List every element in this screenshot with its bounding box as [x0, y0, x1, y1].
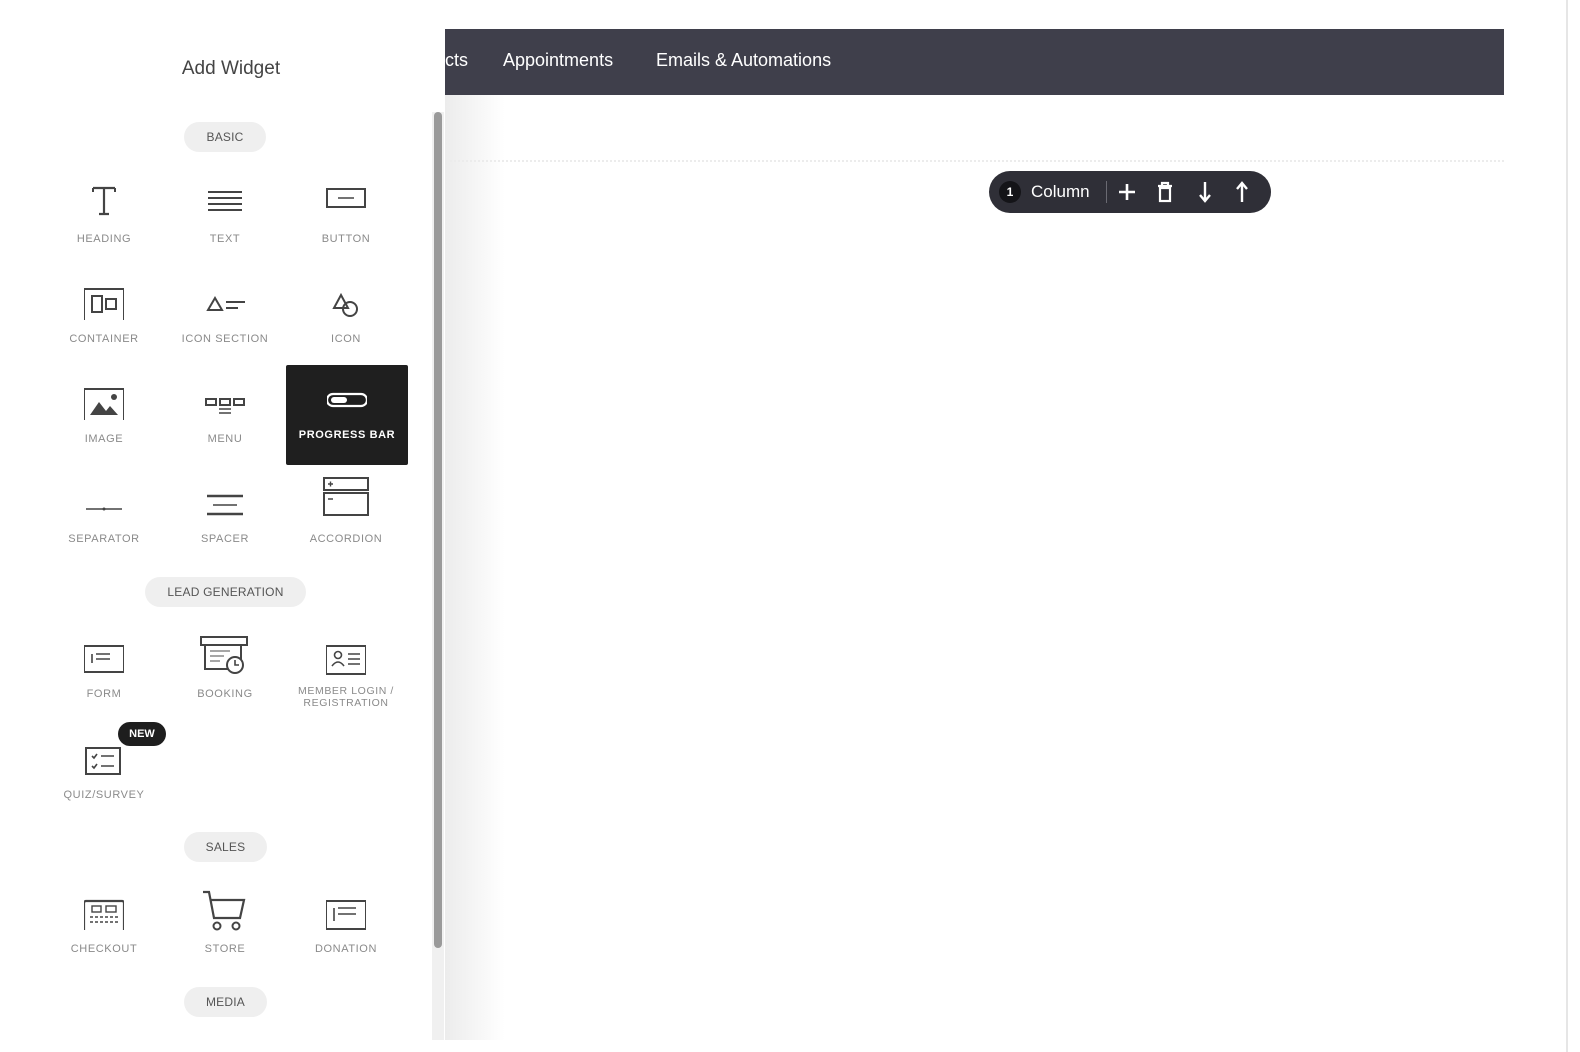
container-icon [84, 288, 124, 320]
widget-label: STORE [204, 943, 246, 955]
member-card-icon [326, 645, 366, 675]
window-edge [1566, 0, 1568, 1052]
widget-spacer[interactable]: SPACER [164, 470, 286, 570]
cart-icon [203, 890, 246, 931]
widget-label: SPACER [200, 533, 250, 545]
panel-title: Add Widget [181, 58, 281, 79]
widget-accordion[interactable]: ACCORDION [285, 470, 407, 570]
image-icon [84, 388, 124, 420]
quiz-icon [85, 747, 121, 775]
widget-label: MENU [207, 433, 243, 445]
canvas-shadow [445, 95, 505, 1040]
widget-icon-section[interactable]: ICON SECTION [164, 270, 286, 370]
section-basic: BASIC [184, 122, 266, 152]
arrow-up-icon [1236, 181, 1248, 202]
nav-item-emails-automations[interactable]: Emails & Automations [656, 50, 831, 71]
widget-menu[interactable]: MENU [164, 370, 286, 470]
widget-label: BOOKING [197, 688, 253, 700]
widget-label: CONTAINER [69, 333, 139, 345]
widget-label: BUTTON [321, 233, 371, 245]
delete-column-button[interactable] [1153, 180, 1177, 204]
widget-label: ICON SECTION [181, 333, 269, 345]
shapes-icon [332, 292, 358, 317]
button-icon [326, 188, 366, 208]
widget-label: ACCORDION [309, 533, 383, 545]
widget-label: PROGRESS BAR [298, 429, 396, 441]
widget-donation[interactable]: DONATION [285, 880, 407, 980]
section-lead-generation: LEAD GENERATION [145, 577, 306, 607]
trash-icon [1158, 181, 1172, 203]
widget-text[interactable]: TEXT [164, 170, 286, 270]
separator-icon [86, 507, 122, 511]
widget-label: IMAGE [84, 433, 124, 445]
form-icon [84, 645, 124, 673]
section-divider [445, 160, 1504, 162]
widget-separator[interactable]: SEPARATOR [43, 470, 165, 570]
new-badge: NEW [118, 722, 166, 746]
widget-heading[interactable]: HEADING [43, 170, 165, 270]
add-widget-panel: Add Widget BASIC HEADING TEXT BUTTON CON… [0, 0, 445, 1040]
widget-member-login[interactable]: MEMBER LOGIN / REGISTRATION [285, 625, 407, 725]
widget-label: ICON [331, 333, 361, 345]
widget-label: TEXT [209, 233, 241, 245]
widget-image[interactable]: IMAGE [43, 370, 165, 470]
heading-icon [92, 186, 116, 216]
widget-label: CHECKOUT [70, 943, 138, 955]
booking-icon [200, 636, 248, 674]
widget-store[interactable]: STORE [164, 880, 286, 980]
widget-label: DONATION [314, 943, 378, 955]
widget-label: HEADING [76, 233, 132, 245]
column-count-badge: 1 [999, 181, 1021, 203]
widget-label: MEMBER LOGIN / REGISTRATION [285, 685, 407, 709]
column-toolbar: 1 Column [989, 171, 1271, 213]
widget-progress-bar[interactable]: PROGRESS BAR [286, 365, 408, 465]
spacer-icon [207, 494, 243, 516]
progress-bar-icon [327, 392, 367, 408]
widget-button[interactable]: BUTTON [285, 170, 407, 270]
widget-booking[interactable]: BOOKING [164, 625, 286, 725]
section-media: MEDIA [184, 987, 267, 1017]
checkout-icon [84, 899, 124, 930]
text-icon [208, 191, 242, 211]
widget-label: FORM [86, 688, 122, 700]
widget-label-line-2: REGISTRATION [303, 697, 389, 709]
icon-section-icon [206, 296, 245, 311]
widget-form[interactable]: FORM [43, 625, 165, 725]
add-column-button[interactable] [1115, 180, 1139, 204]
widget-checkout[interactable]: CHECKOUT [43, 880, 165, 980]
panel-scrollbar-thumb[interactable] [434, 112, 442, 948]
widget-container[interactable]: CONTAINER [43, 270, 165, 370]
move-down-button[interactable] [1193, 180, 1217, 204]
nav-item-appointments[interactable]: Appointments [503, 50, 613, 71]
nav-item-contacts[interactable]: cts [445, 50, 468, 71]
top-navigation: cts Appointments Emails & Automations [445, 29, 1504, 95]
plus-icon [1119, 184, 1135, 200]
section-sales: SALES [184, 832, 267, 862]
widget-label: QUIZ/SURVEY [63, 789, 145, 801]
widget-label-line-1: MEMBER LOGIN / [298, 685, 394, 697]
arrow-down-icon [1199, 182, 1211, 203]
toolbar-divider [1106, 181, 1107, 203]
accordion-icon [323, 477, 369, 516]
menu-icon [205, 398, 245, 414]
column-label[interactable]: Column [1031, 182, 1090, 202]
donation-icon [326, 900, 366, 930]
widget-icon[interactable]: ICON [285, 270, 407, 370]
move-up-button[interactable] [1230, 180, 1254, 204]
widget-label: SEPARATOR [68, 533, 140, 545]
